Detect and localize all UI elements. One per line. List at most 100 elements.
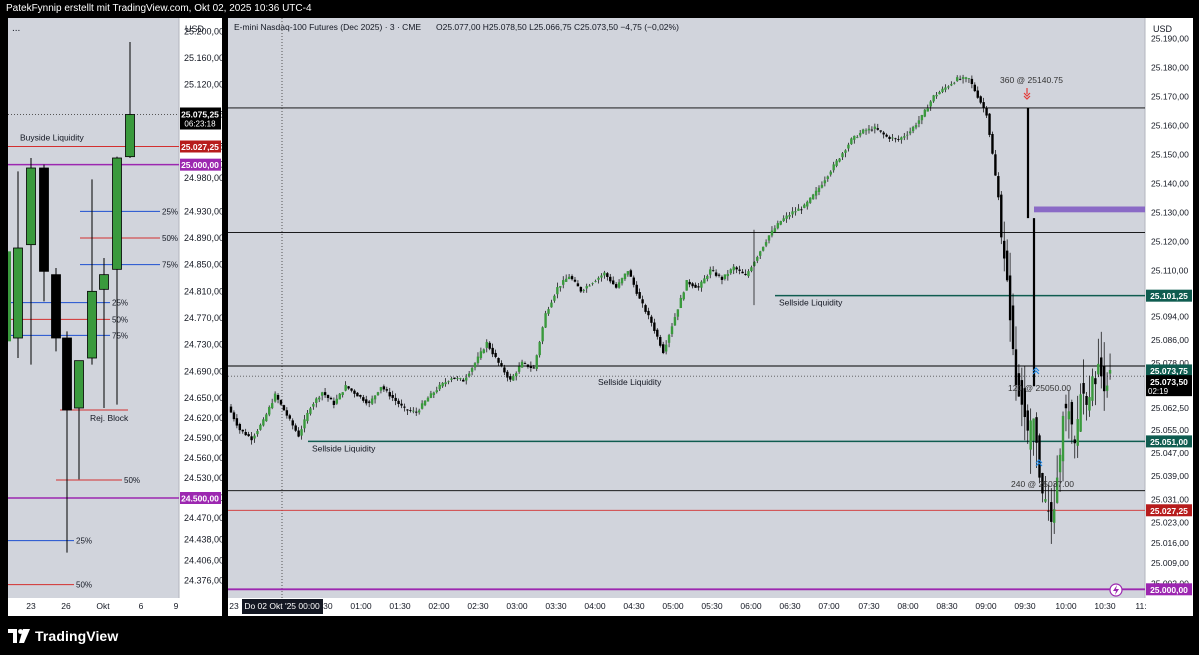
right-time-label-17: 08:30: [936, 601, 958, 611]
right-candle-body-272: [1029, 420, 1032, 450]
right-candle-body-19: [285, 410, 289, 416]
right-candle-body-115: [567, 276, 571, 279]
left-candle-body-4[interactable]: [62, 337, 72, 411]
right-candle-body-6: [247, 434, 250, 437]
left-candle-body-9[interactable]: [125, 114, 135, 158]
right-time-label-10: 05:00: [662, 601, 684, 611]
left-y-tick-6: 24.980,00: [184, 173, 224, 183]
right-candle-body-174: [741, 271, 744, 274]
right-candle-body-238: [929, 101, 932, 107]
right-candle-body-7: [250, 436, 253, 441]
left-candle-body-6[interactable]: [87, 290, 97, 359]
right-candle-body-46: [365, 399, 368, 404]
right-candle-body-59: [403, 406, 406, 408]
left-y-tick-8: 24.890,00: [184, 233, 224, 243]
left-price-axis[interactable]: [179, 18, 222, 598]
right-candle-body-30: [318, 397, 321, 400]
right-candle-body-244: [947, 86, 950, 88]
right-candle-body-254: [976, 90, 979, 98]
right-candle-body-263: [1003, 240, 1006, 259]
right-y-tick-2: 25.170,00: [1151, 91, 1189, 101]
right-candle-body-152: [676, 309, 680, 317]
right-candle-body-135: [626, 271, 630, 275]
right-candle-body-105: [538, 342, 541, 356]
left-candle-body-1[interactable]: [26, 167, 36, 246]
right-candle-body-215: [861, 129, 865, 134]
left-candle-body-3[interactable]: [51, 274, 61, 339]
right-candle-body-97: [514, 373, 518, 377]
right-candle-body-106: [541, 327, 544, 342]
right-candle-body-72: [441, 382, 444, 387]
right-candle-body-185: [773, 228, 777, 232]
right-time-label-12: 06:00: [740, 601, 762, 611]
right-candle-body-50: [376, 392, 380, 395]
left-candle-body-8[interactable]: [112, 157, 122, 270]
right-candle-body-53: [385, 389, 389, 391]
right-sellside-label-3: Sellside Liquidity: [779, 298, 843, 308]
right-candle-body-70: [435, 390, 438, 393]
right-candle-body-229: [903, 136, 906, 138]
right-candle-body-90: [494, 352, 497, 357]
right-candle-body-24: [300, 429, 303, 436]
right-candle-body-74: [447, 381, 450, 383]
right-candle-body-42: [353, 390, 356, 394]
right-candle-body-76: [453, 377, 456, 379]
right-candle-body-126: [600, 275, 603, 278]
right-price-tag-3: 25.027,25: [1150, 506, 1188, 516]
right-candle-body-213: [856, 137, 859, 138]
right-y-tick-7: 25.120,00: [1151, 236, 1189, 246]
right-candle-body-288: [1076, 419, 1079, 446]
right-candle-body-172: [735, 267, 738, 270]
right-fvg-zone[interactable]: [1034, 206, 1145, 213]
right-marker-240: 240 @ 25037.00: [1011, 479, 1074, 489]
right-candle-body-297: [1102, 365, 1106, 392]
right-candle-body-14: [270, 403, 274, 409]
right-candle-body-162: [706, 276, 709, 279]
right-candle-body-11: [262, 419, 265, 426]
right-candle-body-165: [714, 272, 718, 276]
right-candle-body-101: [526, 364, 530, 367]
right-candle-body-32: [323, 392, 327, 396]
left-time-axis[interactable]: [8, 598, 222, 616]
right-candle-body-249: [961, 77, 965, 79]
right-candle-body-111: [556, 287, 559, 295]
right-candle-body-3: [238, 424, 242, 431]
right-candle-body-241: [938, 91, 941, 95]
right-time-label-15: 07:30: [858, 601, 880, 611]
right-candle-body-266: [1011, 305, 1015, 350]
left-candle-body-0[interactable]: [13, 247, 23, 339]
right-candle-body-171: [732, 266, 735, 271]
right-candle-body-78: [459, 378, 462, 380]
right-candle-body-58: [400, 403, 403, 406]
right-candle-body-230: [906, 134, 909, 136]
right-candle-body-43: [356, 392, 359, 397]
tradingview-logo[interactable]: TradingView: [8, 627, 118, 645]
right-time-label-6: 03:00: [506, 601, 528, 611]
right-candle-body-80: [465, 377, 468, 381]
right-y-tick-18: 25.039,00: [1151, 471, 1189, 481]
left-level-label-3: 25%: [162, 207, 178, 216]
right-candle-body-103: [532, 367, 536, 369]
right-candle-body-216: [864, 130, 868, 132]
left-candle-body-7[interactable]: [99, 274, 109, 290]
right-candle-body-278: [1047, 510, 1050, 512]
left-menu-icon: ...: [12, 23, 20, 34]
left-candle-body-5[interactable]: [74, 360, 84, 409]
right-y-tick-8: 25.110,00: [1151, 265, 1188, 275]
right-plot-bg[interactable]: [228, 18, 1145, 598]
right-candle-body-113: [562, 280, 565, 285]
right-marker-120: 120 @ 25050.00: [1008, 383, 1071, 393]
right-time-label-7: 03:30: [545, 601, 567, 611]
brand-text: TradingView: [35, 628, 119, 644]
right-candle-body-81: [467, 373, 471, 377]
right-candle-body-15: [273, 393, 277, 402]
left-level-label-4: 50%: [162, 234, 178, 243]
left-level-label-13: 50%: [76, 581, 92, 590]
right-candle-body-112: [559, 286, 562, 288]
chart-area[interactable]: ...USD25.200,0025.160,0025.120,0025.075,…: [0, 0, 1199, 617]
right-candle-body-173: [738, 269, 741, 271]
right-candle-body-239: [932, 95, 935, 102]
right-candle-body-51: [379, 387, 383, 391]
right-y-tick-14: 25.062,50: [1151, 403, 1189, 413]
left-candle-body-2[interactable]: [39, 167, 49, 272]
